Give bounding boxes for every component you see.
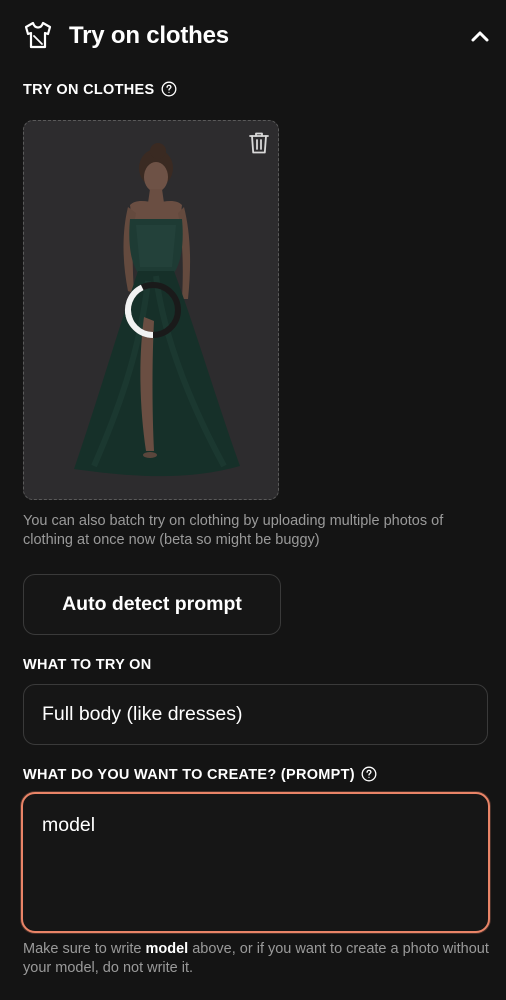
what-to-try-on-select[interactable]: Full body (like dresses): [23, 684, 488, 745]
batch-upload-note: You can also batch try on clothing by up…: [23, 513, 444, 548]
upload-label: TRY ON CLOTHES: [23, 81, 177, 99]
section-title: Try on clothes: [69, 22, 229, 49]
prompt-hint: Make sure to write model above, or if yo…: [23, 940, 498, 978]
prompt-hint-keyword: model: [145, 941, 189, 957]
trash-icon[interactable]: [248, 131, 270, 155]
prompt-hint-before: Make sure to write: [23, 941, 146, 957]
chevron-up-icon[interactable]: [466, 24, 494, 48]
clothing-upload-dropzone[interactable]: [23, 120, 279, 500]
prompt-label: WHAT DO YOU WANT TO CREATE? (PROMPT): [23, 766, 377, 784]
prompt-textarea[interactable]: model: [21, 792, 490, 933]
question-circle-icon[interactable]: [161, 81, 177, 97]
question-circle-icon[interactable]: [361, 766, 377, 782]
prompt-label-text: WHAT DO YOU WANT TO CREATE? (PROMPT): [23, 767, 355, 783]
what-to-try-on-label: WHAT TO TRY ON: [23, 657, 152, 673]
upload-label-text: TRY ON CLOTHES: [23, 82, 155, 98]
section-header[interactable]: Try on clothes: [0, 0, 506, 74]
spinner-icon: [125, 282, 181, 338]
auto-detect-prompt-button[interactable]: Auto detect prompt: [23, 574, 281, 635]
what-to-try-on-value: Full body (like dresses): [42, 703, 243, 725]
shirt-icon: [24, 21, 52, 49]
prompt-value: model: [42, 814, 96, 836]
